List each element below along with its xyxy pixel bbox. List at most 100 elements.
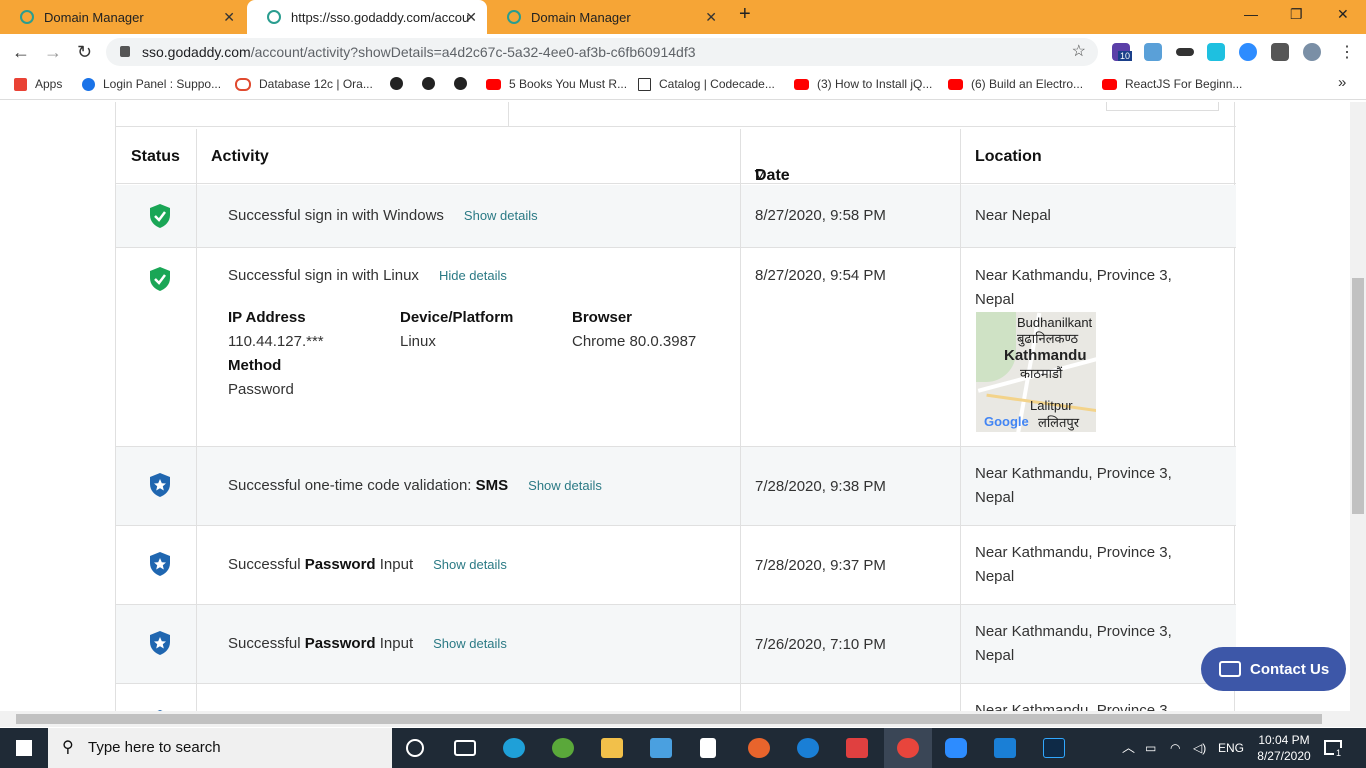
bookmark-label: Database 12c | Ora... — [259, 77, 373, 91]
filter-box[interactable] — [1106, 102, 1219, 111]
extension-icon[interactable] — [1207, 43, 1225, 61]
reload-icon[interactable]: ↻ — [77, 42, 92, 63]
show-details-link[interactable]: Show details — [528, 478, 602, 493]
tab-domain-manager-2[interactable]: Domain Manager ✕ — [487, 0, 727, 34]
activity-text: Successful sign in with Linux Hide detail… — [228, 264, 507, 288]
task-view-icon[interactable] — [454, 740, 476, 756]
google-logo: Google — [984, 414, 1029, 429]
tab-sso-activity[interactable]: https://sso.godaddy.com/accoun ✕ — [247, 0, 487, 34]
vertical-scrollbar[interactable] — [1350, 102, 1366, 711]
tray-overflow-icon[interactable]: ︿ — [1122, 728, 1135, 768]
horizontal-scrollbar[interactable] — [0, 711, 1366, 727]
tab-close-icon[interactable]: ✕ — [465, 9, 477, 26]
location-line: Nepal — [975, 568, 1015, 585]
bookmark-electron[interactable]: (6) Build an Electro... — [948, 77, 1083, 91]
menu-kebab-icon[interactable]: ⋮ — [1339, 42, 1355, 62]
scrollbar-thumb[interactable] — [16, 714, 1322, 724]
location-line: Near Kathmandu, Province 3, — [975, 623, 1172, 640]
scrollbar-thumb[interactable] — [1352, 278, 1364, 514]
show-details-link[interactable]: Show details — [464, 208, 538, 223]
bookmark-label: 5 Books You Must R... — [509, 77, 628, 91]
activity-label: Successful sign in with Linux — [228, 267, 419, 284]
bookmark-globe-3[interactable] — [454, 77, 475, 90]
show-details-link[interactable]: Show details — [433, 557, 507, 572]
notification-count: 1 — [1334, 748, 1344, 758]
bookmark-database[interactable]: Database 12c | Ora... — [235, 77, 373, 91]
browser-value: Chrome 80.0.3987 — [572, 333, 697, 350]
bookmark-5-books[interactable]: 5 Books You Must R... — [486, 77, 627, 91]
bookmark-star-icon[interactable]: ☆ — [1072, 38, 1086, 66]
bookmark-reactjs[interactable]: ReactJS For Beginn... — [1102, 77, 1242, 91]
security-star-shield-icon — [150, 552, 170, 576]
show-details-link[interactable]: Show details — [433, 636, 507, 651]
taskbar-search-box[interactable]: ⚲ Type here to search — [48, 728, 392, 768]
restore-button[interactable]: ❐ — [1290, 6, 1303, 23]
activity-location: Near Kathmandu, Province 3, Nepal — [975, 462, 1172, 510]
table-row: Successful Password Input Show details 7/… — [116, 605, 1236, 684]
divider — [508, 102, 509, 127]
language-indicator[interactable]: ENG — [1218, 728, 1244, 768]
cortana-icon[interactable] — [406, 739, 424, 757]
bookmark-apps[interactable]: Apps — [14, 77, 62, 91]
tab-close-icon[interactable]: ✕ — [705, 9, 717, 26]
clock[interactable]: 10:04 PM 8/27/2020 — [1253, 728, 1315, 768]
vscode-icon[interactable] — [994, 738, 1016, 758]
forward-icon[interactable]: → — [44, 42, 62, 63]
extension-icon[interactable] — [1144, 43, 1162, 61]
profile-avatar[interactable] — [1303, 43, 1321, 61]
extension-icon[interactable]: 10 — [1112, 43, 1133, 61]
table-row: Successful sign in with Windows Show deta… — [116, 185, 1236, 248]
edge-icon[interactable] — [503, 738, 525, 758]
address-bar[interactable]: sso.godaddy.com/account/activity?showDet… — [106, 38, 1098, 66]
bookmark-globe-1[interactable] — [390, 77, 411, 90]
chrome-taskbar-active[interactable] — [884, 728, 932, 768]
security-star-shield-icon — [150, 631, 170, 655]
notepad-icon[interactable] — [700, 738, 716, 758]
map-label: Budhanilkant — [1017, 315, 1093, 330]
apps-grid-icon — [14, 77, 27, 91]
hide-details-link[interactable]: Hide details — [439, 268, 507, 283]
bookmark-login-panel[interactable]: Login Panel : Suppo... — [82, 77, 221, 91]
zoom-icon[interactable] — [945, 738, 967, 758]
search-icon: ⚲ — [62, 739, 74, 756]
taskbar: ⚲ Type here to search ︿ ▭ ◠ ◁) ENG 10:04… — [0, 728, 1366, 768]
wifi-icon[interactable]: ◠ — [1170, 728, 1180, 768]
zoom-extension-icon[interactable] — [1239, 43, 1257, 61]
activity-label: Input — [375, 556, 414, 573]
teamviewer-icon[interactable] — [797, 738, 819, 758]
anydesk-icon[interactable] — [846, 738, 868, 758]
minimize-button[interactable]: — — [1244, 6, 1258, 22]
activity-text: Successful one-time code validation: SMS… — [228, 474, 602, 498]
page-content: Status Activity Date & Time ▽ Location S… — [0, 102, 1350, 711]
bookmark-jquery[interactable]: (3) How to Install jQ... — [794, 77, 932, 91]
extensions-puzzle-icon[interactable] — [1271, 43, 1289, 61]
tab-domain-manager-1[interactable]: Domain Manager ✕ — [0, 0, 245, 34]
battery-icon[interactable]: ▭ — [1145, 728, 1156, 768]
location-line: Nepal — [975, 489, 1015, 506]
back-icon[interactable]: ← — [12, 42, 30, 63]
close-window-button[interactable]: ✕ — [1337, 6, 1349, 23]
utorrent-icon[interactable] — [552, 738, 574, 758]
location-map[interactable]: Budhanilkant बुढानिलकण्ठ Kathmandu काठमा… — [976, 312, 1096, 432]
activity-label-bold: SMS — [475, 477, 509, 494]
windows-start-icon[interactable] — [16, 740, 32, 756]
notification-icon[interactable]: 1 — [1324, 740, 1344, 758]
firefox-icon[interactable] — [748, 738, 770, 758]
activity-datetime: 8/27/2020, 9:54 PM — [755, 267, 886, 284]
contact-us-button[interactable]: Contact Us — [1201, 647, 1346, 691]
tab-title: Domain Manager — [531, 9, 631, 25]
godaddy-favicon-icon — [267, 10, 281, 24]
file-explorer-icon[interactable] — [601, 738, 623, 758]
table-row: Successful Password Input Show details 7/… — [116, 526, 1236, 605]
activity-label: Successful — [228, 635, 305, 652]
new-tab-button[interactable]: + — [739, 3, 751, 26]
youtube-icon — [948, 78, 963, 90]
mail-icon[interactable] — [650, 738, 672, 758]
extension-icon[interactable] — [1176, 48, 1194, 56]
bookmark-globe-2[interactable] — [422, 77, 443, 90]
volume-icon[interactable]: ◁) — [1193, 728, 1206, 768]
bookmark-codecademy[interactable]: Catalog | Codecade... — [638, 77, 775, 91]
tab-close-icon[interactable]: ✕ — [223, 9, 235, 26]
photoshop-icon[interactable] — [1043, 738, 1065, 758]
bookmarks-overflow[interactable]: » — [1338, 74, 1346, 91]
